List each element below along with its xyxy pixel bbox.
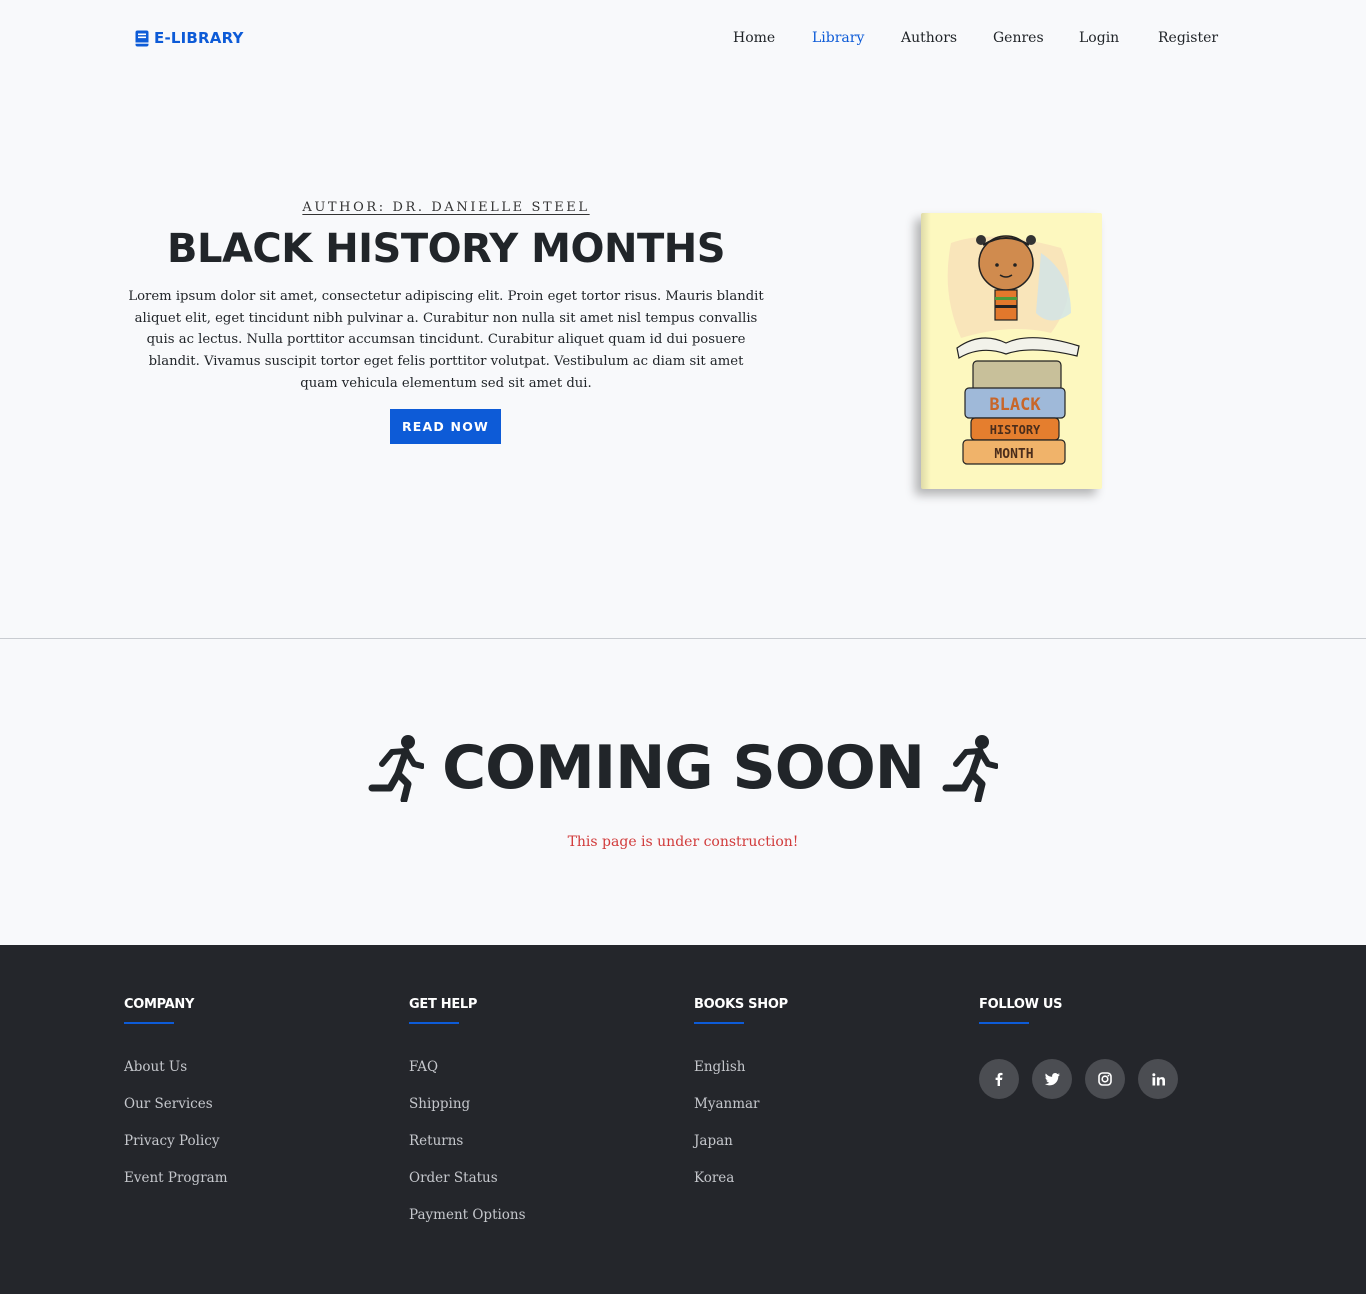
twitter-icon[interactable] — [1032, 1059, 1072, 1099]
footer: COMPANY About Us Our Services Privacy Po… — [0, 945, 1366, 1294]
hero-author[interactable]: AUTHOR: DR. DANIELLE STEEL — [130, 200, 762, 215]
footer-title-underline — [694, 1022, 744, 1024]
linkedin-icon[interactable] — [1138, 1059, 1178, 1099]
footer-get-help: GET HELP FAQ Shipping Returns Order Stat… — [409, 997, 526, 1244]
footer-link-returns[interactable]: Returns — [409, 1133, 526, 1170]
footer-title-underline — [124, 1022, 174, 1024]
footer-link-english[interactable]: English — [694, 1059, 788, 1096]
footer-link-korea[interactable]: Korea — [694, 1170, 788, 1207]
facebook-icon[interactable] — [979, 1059, 1019, 1099]
nav-home[interactable]: Home — [733, 30, 775, 46]
under-construction-text: This page is under construction! — [567, 834, 799, 850]
book-icon — [135, 30, 149, 46]
footer-books-shop: BOOKS SHOP English Myanmar Japan Korea — [694, 997, 788, 1207]
coming-soon-heading: COMING SOON — [0, 728, 1366, 808]
navbar: E-LIBRARY Home Library Authors Genres Lo… — [0, 0, 1366, 78]
book-cover-illustration: BLACK HISTORY MONTH — [947, 235, 1080, 465]
footer-link-order-status[interactable]: Order Status — [409, 1170, 526, 1207]
hero-title: BLACK HISTORY MONTHS — [166, 226, 726, 272]
footer-shop-title: BOOKS SHOP — [694, 997, 788, 1012]
nav-login[interactable]: Login — [1079, 30, 1119, 46]
footer-follow-us: FOLLOW US — [979, 997, 1178, 1099]
cover-word-black: BLACK — [989, 395, 1041, 415]
book-cover[interactable]: BLACK HISTORY MONTH — [921, 213, 1102, 489]
cover-word-month: MONTH — [994, 447, 1033, 462]
footer-help-title: GET HELP — [409, 997, 478, 1012]
footer-link-our-services[interactable]: Our Services — [124, 1096, 228, 1133]
running-person-icon — [368, 735, 425, 802]
nav-genres[interactable]: Genres — [993, 30, 1044, 46]
footer-link-privacy-policy[interactable]: Privacy Policy — [124, 1133, 228, 1170]
hero-description: Lorem ipsum dolor sit amet, consectetur … — [128, 289, 764, 391]
footer-follow-title: FOLLOW US — [979, 997, 1063, 1012]
instagram-icon[interactable] — [1085, 1059, 1125, 1099]
footer-company-title: COMPANY — [124, 997, 195, 1012]
footer-link-payment-options[interactable]: Payment Options — [409, 1207, 526, 1244]
footer-link-about-us[interactable]: About Us — [124, 1059, 228, 1096]
section-divider — [0, 638, 1366, 639]
nav-authors[interactable]: Authors — [901, 30, 957, 46]
coming-soon-title: COMING SOON — [442, 733, 925, 803]
footer-link-event-program[interactable]: Event Program — [124, 1170, 228, 1207]
brand-name: E-LIBRARY — [154, 29, 244, 47]
brand-logo[interactable]: E-LIBRARY — [135, 29, 244, 47]
running-person-icon — [942, 735, 998, 802]
footer-link-shipping[interactable]: Shipping — [409, 1096, 526, 1133]
footer-link-myanmar[interactable]: Myanmar — [694, 1096, 788, 1133]
footer-company: COMPANY About Us Our Services Privacy Po… — [124, 997, 228, 1207]
footer-link-faq[interactable]: FAQ — [409, 1059, 526, 1096]
nav-register[interactable]: Register — [1158, 30, 1218, 46]
social-links — [979, 1059, 1178, 1099]
read-now-button[interactable]: READ NOW — [390, 409, 501, 444]
nav-library[interactable]: Library — [812, 30, 864, 46]
footer-title-underline — [979, 1022, 1029, 1024]
footer-link-japan[interactable]: Japan — [694, 1133, 788, 1170]
footer-title-underline — [409, 1022, 459, 1024]
cover-word-history: HISTORY — [990, 423, 1041, 437]
